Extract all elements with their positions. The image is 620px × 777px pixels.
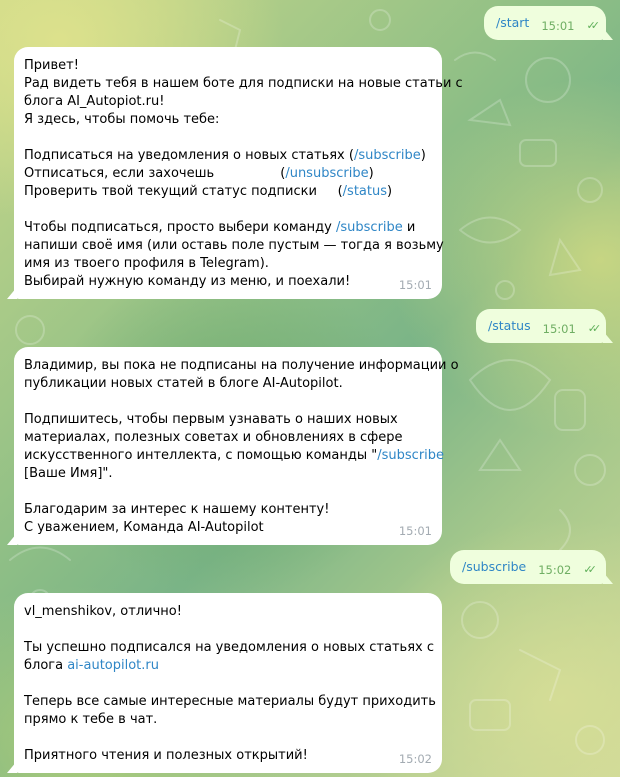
incoming-message: Владимир, вы пока не подписаны на получе… <box>7 347 459 545</box>
message-text: Отписаться, если захочешь ( <box>24 166 286 181</box>
bubble-tail <box>603 28 613 40</box>
outgoing-message: /subscribe 15:02 ✓✓ <box>450 550 613 584</box>
message-text: прямо к тебе в чат. <box>24 712 158 727</box>
message-line: Ты успешно подписался на уведомления о н… <box>24 639 434 657</box>
message-line <box>24 621 392 639</box>
message-text: Я здесь, чтобы помочь тебе: <box>24 112 220 127</box>
outgoing-message: /status 15:01 ✓✓ <box>476 309 613 343</box>
message-text: искусственного интеллекта, с помощью ком… <box>24 448 378 463</box>
message-text: [Ваше Имя]". <box>24 466 113 481</box>
message-line: прямо к тебе в чат. <box>24 711 392 729</box>
message-line: публикации новых статей в блоге AI-Autop… <box>24 375 392 393</box>
double-check-icon: ✓✓ <box>583 563 597 576</box>
message-text: блога AI_Autopiot.ru! <box>24 94 165 109</box>
message-line: Привет! <box>24 57 392 75</box>
message-line: С уважением, Команда AI-Autopilot <box>24 519 392 537</box>
message-text: имя из твоего профиля в Telegram). <box>24 256 269 271</box>
double-check-icon: ✓✓ <box>587 322 602 335</box>
incoming-message: vl_menshikov, отлично! Ты успешно подписа… <box>7 593 442 773</box>
message-text: Проверить твой текущий статус подписки ( <box>24 184 343 199</box>
message-text: ) <box>420 148 426 163</box>
command-link[interactable]: /unsubscribe <box>285 166 368 181</box>
message-text: С уважением, Команда AI-Autopilot <box>24 520 264 535</box>
command-link[interactable]: /status <box>488 317 531 343</box>
message-text: напиши своё имя (или оставь поле пустым … <box>24 238 444 253</box>
message-time: 15:01 <box>398 278 432 292</box>
command-link[interactable]: ai-autopilot.ru <box>67 658 159 673</box>
message-text: vl_menshikov, отлично! <box>24 604 182 619</box>
message-text: Приятного чтения и полезных открытий! <box>24 748 308 763</box>
message-line <box>24 729 392 747</box>
message-line: блога ai-autopilot.ru <box>24 657 392 675</box>
message-text: Подпишитесь, чтобы первым узнавать о наш… <box>24 412 398 427</box>
message-text: Выбирай нужную команду из меню, и поехал… <box>24 274 351 289</box>
double-check-icon: ✓✓ <box>586 19 600 32</box>
message-line: Я здесь, чтобы помочь тебе: <box>24 111 392 129</box>
message-time: 15:01 <box>542 322 576 336</box>
bubble-tail <box>7 533 17 545</box>
message-line: Чтобы подписаться, просто выбери команду… <box>24 219 415 237</box>
message-line: Приятного чтения и полезных открытий! <box>24 747 392 765</box>
message-time: 15:01 <box>398 524 432 538</box>
bubble-tail <box>603 572 613 584</box>
message-text: ) <box>368 166 374 181</box>
message-text: Чтобы подписаться, просто выбери команду <box>24 220 336 235</box>
message-text: публикации новых статей в блоге AI-Autop… <box>24 376 343 391</box>
message-line: Подпишитесь, чтобы первым узнавать о наш… <box>24 411 398 429</box>
message-text: блога <box>24 658 68 673</box>
message-line <box>24 675 392 693</box>
message-text: материалах, полезных советах и обновлени… <box>24 430 403 445</box>
bubble-tail <box>603 331 613 343</box>
message-text: ) <box>387 184 393 199</box>
message-line: [Ваше Имя]". <box>24 465 392 483</box>
message-text: Благодарим за интерес к нашему контенту! <box>24 502 330 517</box>
message-text: Ты успешно подписался на уведомления о н… <box>24 640 434 655</box>
message-text: Привет! <box>24 58 79 73</box>
message-line: vl_menshikov, отлично! <box>24 603 392 621</box>
message-time: 15:02 <box>538 563 572 577</box>
message-line: Отписаться, если захочешь (/unsubscribe) <box>24 165 392 183</box>
command-link[interactable]: /subscribe <box>354 148 421 163</box>
message-line: Владимир, вы пока не подписаны на получе… <box>24 357 459 375</box>
command-link[interactable]: /status <box>343 184 387 199</box>
message-text: Подписаться на уведомления о новых стать… <box>24 148 354 163</box>
command-link[interactable]: /subscribe <box>377 448 444 463</box>
message-line: блога AI_Autopiot.ru! <box>24 93 392 111</box>
command-link[interactable]: /subscribe <box>462 558 526 584</box>
message-line: Рад видеть тебя в нашем боте для подписк… <box>24 75 463 93</box>
message-line: Выбирай нужную команду из меню, и поехал… <box>24 273 392 291</box>
message-line: искусственного интеллекта, с помощью ком… <box>24 447 444 465</box>
message-line: Подписаться на уведомления о новых стать… <box>24 147 426 165</box>
outgoing-message: /start 15:01 ✓✓ <box>484 6 613 40</box>
message-line: напиши своё имя (или оставь поле пустым … <box>24 237 444 255</box>
message-time: 15:01 <box>541 19 575 33</box>
message-line <box>24 483 392 501</box>
incoming-message: Привет! Рад видеть тебя в нашем боте для … <box>7 47 463 299</box>
bubble-tail <box>7 761 17 773</box>
message-line: Благодарим за интерес к нашему контенту! <box>24 501 392 519</box>
message-text: Теперь все самые интересные материалы бу… <box>24 694 436 709</box>
message-text: и <box>402 220 416 235</box>
message-line <box>24 201 392 219</box>
message-text: Владимир, вы пока не подписаны на получе… <box>24 358 459 373</box>
message-line: материалах, полезных советах и обновлени… <box>24 429 403 447</box>
message-line: Теперь все самые интересные материалы бу… <box>24 693 436 711</box>
command-link[interactable]: /subscribe <box>336 220 403 235</box>
message-line: Проверить твой текущий статус подписки (… <box>24 183 392 201</box>
message-line <box>24 129 392 147</box>
bubble-tail <box>7 287 17 299</box>
message-line: имя из твоего профиля в Telegram). <box>24 255 392 273</box>
message-text: Рад видеть тебя в нашем боте для подписк… <box>24 76 463 91</box>
command-link[interactable]: /start <box>496 14 529 40</box>
message-line <box>24 393 392 411</box>
message-time: 15:02 <box>398 752 432 766</box>
